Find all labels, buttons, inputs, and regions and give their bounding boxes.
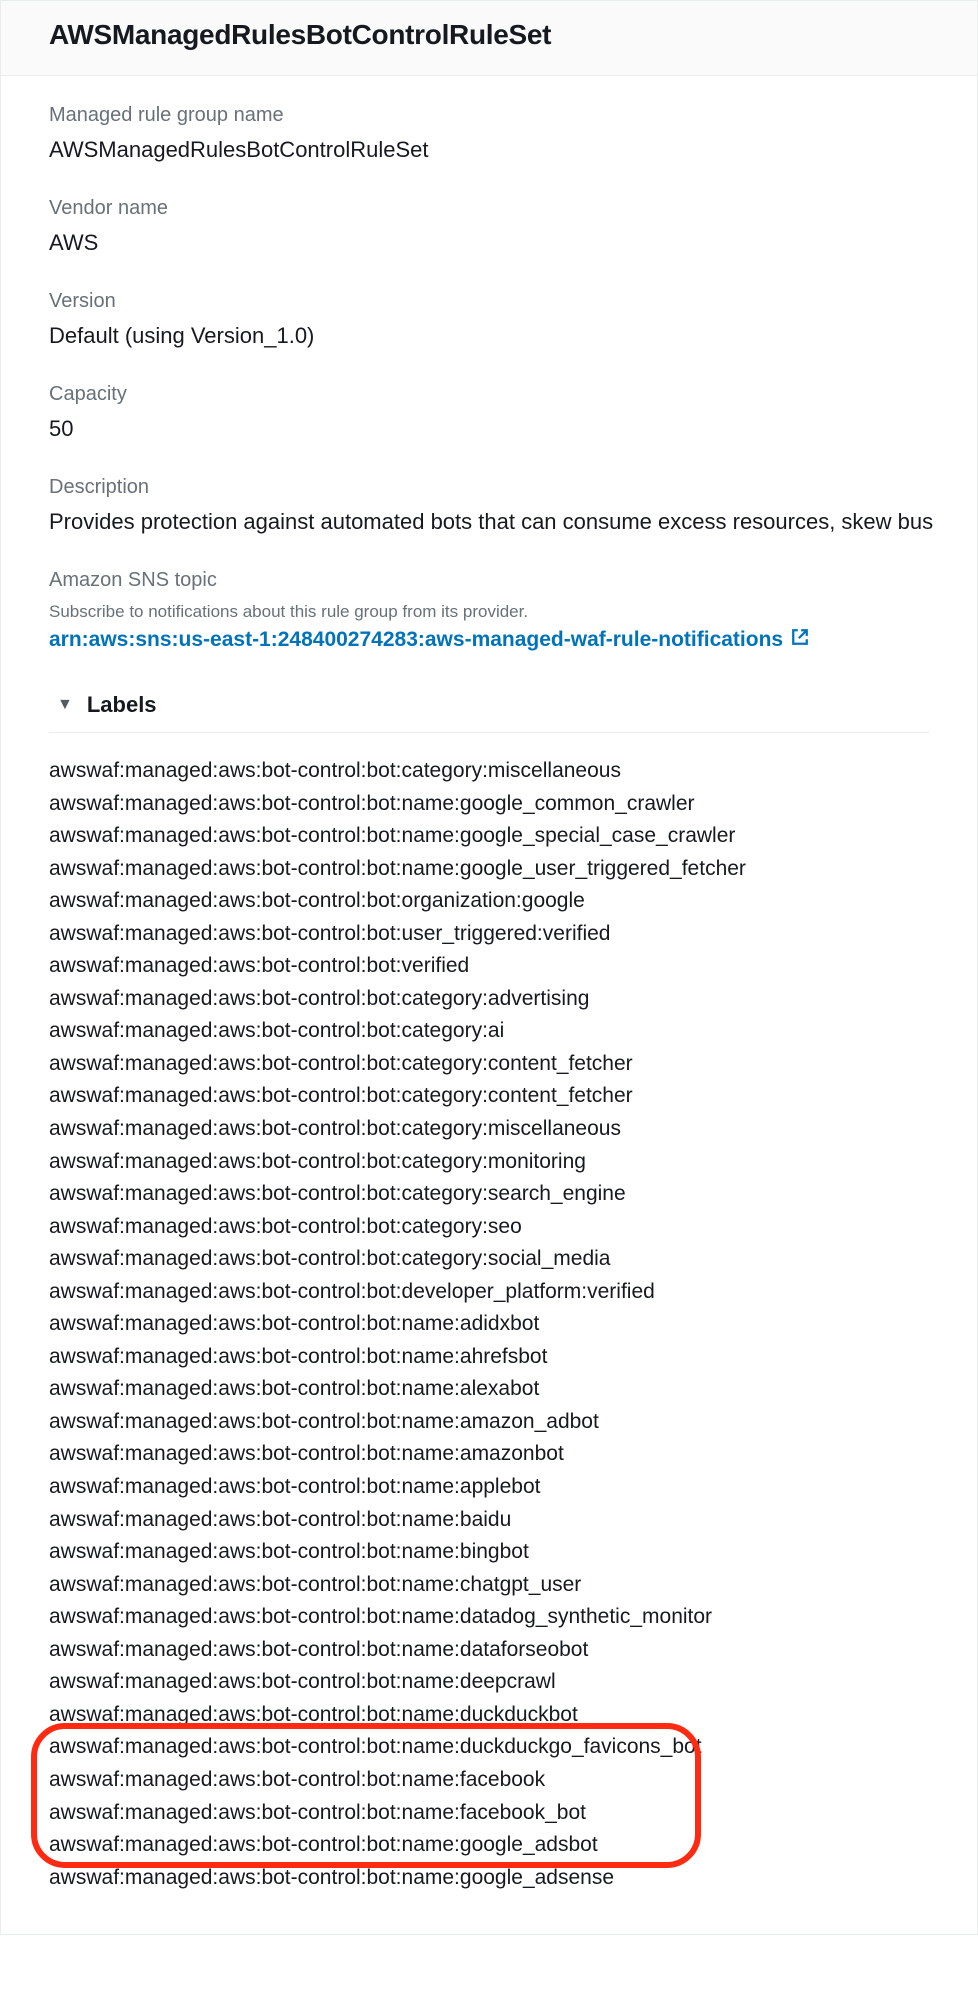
external-link-icon [791,628,809,652]
label-item: awswaf:managed:aws:bot-control:bot:name:… [49,1569,929,1602]
field-sns-topic: Amazon SNS topic Subscribe to notificati… [49,569,929,652]
label-item: awswaf:managed:aws:bot-control:bot:name:… [49,1308,929,1341]
label-item: awswaf:managed:aws:bot-control:bot:name:… [49,1634,929,1667]
page-title: AWSManagedRulesBotControlRuleSet [49,19,929,51]
field-helper: Subscribe to notifications about this ru… [49,602,929,622]
field-value: AWS [49,230,929,256]
labels-title: Labels [87,692,157,718]
label-item: awswaf:managed:aws:bot-control:bot:name:… [49,820,929,853]
sns-topic-link[interactable]: arn:aws:sns:us-east-1:248400274283:aws-m… [49,628,809,652]
rule-set-panel: AWSManagedRulesBotControlRuleSet Managed… [0,0,978,1935]
label-item: awswaf:managed:aws:bot-control:bot:name:… [49,1373,929,1406]
label-item: awswaf:managed:aws:bot-control:bot:name:… [49,1829,929,1862]
link-text: arn:aws:sns:us-east-1:248400274283:aws-m… [49,628,783,652]
label-item: awswaf:managed:aws:bot-control:bot:name:… [49,1504,929,1537]
field-value: Default (using Version_1.0) [49,323,929,349]
label-item: awswaf:managed:aws:bot-control:bot:name:… [49,1731,929,1764]
label-item: awswaf:managed:aws:bot-control:bot:name:… [49,1666,929,1699]
field-rule-group-name: Managed rule group name AWSManagedRulesB… [49,104,929,163]
field-label: Vendor name [49,197,929,220]
labels-expander: ▼ Labels [49,682,929,733]
label-item: awswaf:managed:aws:bot-control:bot:name:… [49,1862,929,1895]
label-item: awswaf:managed:aws:bot-control:bot:name:… [49,788,929,821]
label-item: awswaf:managed:aws:bot-control:bot:categ… [49,983,929,1016]
label-item: awswaf:managed:aws:bot-control:bot:user_… [49,918,929,951]
field-value: 50 [49,416,929,442]
label-item: awswaf:managed:aws:bot-control:bot:name:… [49,1536,929,1569]
field-version: Version Default (using Version_1.0) [49,290,929,349]
labels-list: awswaf:managed:aws:bot-control:bot:categ… [49,733,929,1894]
field-description: Description Provides protection against … [49,476,929,535]
label-item: awswaf:managed:aws:bot-control:bot:categ… [49,755,929,788]
field-label: Managed rule group name [49,104,929,127]
label-item: awswaf:managed:aws:bot-control:bot:categ… [49,1243,929,1276]
label-item: awswaf:managed:aws:bot-control:bot:name:… [49,1341,929,1374]
label-item: awswaf:managed:aws:bot-control:bot:organ… [49,885,929,918]
label-item: awswaf:managed:aws:bot-control:bot:name:… [49,853,929,886]
caret-down-icon: ▼ [57,696,73,714]
field-label: Capacity [49,383,929,406]
field-label: Description [49,476,929,499]
label-item: awswaf:managed:aws:bot-control:bot:name:… [49,1471,929,1504]
field-value: AWSManagedRulesBotControlRuleSet [49,137,929,163]
label-item: awswaf:managed:aws:bot-control:bot:categ… [49,1113,929,1146]
label-item: awswaf:managed:aws:bot-control:bot:categ… [49,1080,929,1113]
field-label: Amazon SNS topic [49,569,929,592]
field-vendor-name: Vendor name AWS [49,197,929,256]
label-item: awswaf:managed:aws:bot-control:bot:name:… [49,1601,929,1634]
label-item: awswaf:managed:aws:bot-control:bot:name:… [49,1764,929,1797]
label-item: awswaf:managed:aws:bot-control:bot:categ… [49,1015,929,1048]
label-item: awswaf:managed:aws:bot-control:bot:verif… [49,950,929,983]
label-item: awswaf:managed:aws:bot-control:bot:categ… [49,1146,929,1179]
field-label: Version [49,290,929,313]
label-item: awswaf:managed:aws:bot-control:bot:name:… [49,1438,929,1471]
label-item: awswaf:managed:aws:bot-control:bot:devel… [49,1276,929,1309]
label-item: awswaf:managed:aws:bot-control:bot:name:… [49,1699,929,1732]
field-value: Provides protection against automated bo… [49,509,929,535]
panel-body: Managed rule group name AWSManagedRulesB… [1,76,977,1934]
labels-toggle-button[interactable]: ▼ Labels [57,692,157,718]
label-item: awswaf:managed:aws:bot-control:bot:categ… [49,1211,929,1244]
label-item: awswaf:managed:aws:bot-control:bot:name:… [49,1406,929,1439]
label-item: awswaf:managed:aws:bot-control:bot:categ… [49,1178,929,1211]
panel-header: AWSManagedRulesBotControlRuleSet [1,1,977,76]
label-item: awswaf:managed:aws:bot-control:bot:name:… [49,1797,929,1830]
label-item: awswaf:managed:aws:bot-control:bot:categ… [49,1048,929,1081]
field-capacity: Capacity 50 [49,383,929,442]
